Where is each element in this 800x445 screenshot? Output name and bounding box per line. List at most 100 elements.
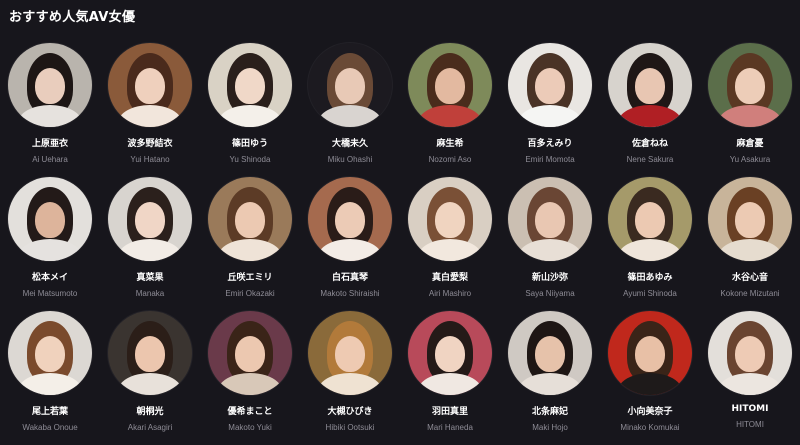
avatar-body-shape — [118, 239, 182, 261]
actress-name-en: Minako Komukai — [620, 423, 680, 432]
actress-name-jp[interactable]: 羽田真里 — [432, 404, 468, 417]
avatar-face-shape — [735, 202, 765, 239]
actress-avatar[interactable] — [408, 177, 492, 261]
actress-name-en: Nozomi Aso — [428, 155, 472, 164]
actress-card-4[interactable]: 麻生希 Nozomi Aso — [400, 43, 500, 177]
avatar-face-shape — [335, 68, 365, 105]
actress-avatar[interactable] — [608, 177, 692, 261]
actress-avatar[interactable] — [208, 311, 292, 395]
actress-avatar[interactable] — [608, 311, 692, 395]
actress-avatar[interactable] — [508, 43, 592, 127]
actress-card-14[interactable]: 篠田あゆみ Ayumi Shinoda — [600, 177, 700, 311]
actress-name-jp[interactable]: 真菜果 — [136, 270, 163, 283]
actress-name-jp[interactable]: 麻倉憂 — [736, 136, 763, 149]
avatar-body-shape — [118, 373, 182, 395]
actress-avatar[interactable] — [308, 43, 392, 127]
avatar-body-shape — [718, 239, 782, 261]
actress-name-jp[interactable]: 小向美奈子 — [627, 404, 672, 417]
actress-avatar[interactable] — [408, 311, 492, 395]
avatar-face-shape — [35, 336, 65, 373]
actress-avatar[interactable] — [508, 177, 592, 261]
actress-avatar[interactable] — [608, 43, 692, 127]
actress-avatar[interactable] — [108, 43, 192, 127]
actress-name-jp[interactable]: 篠田あゆみ — [627, 270, 672, 283]
section-title: おすすめ人気AV女優 — [9, 10, 136, 25]
actress-card-6[interactable]: 佐倉ねね Nene Sakura — [600, 43, 700, 177]
avatar-body-shape — [418, 239, 482, 261]
actress-name-jp[interactable]: 北条麻妃 — [532, 404, 568, 417]
avatar-body-shape — [118, 105, 182, 127]
actress-card-11[interactable]: 白石真琴 Makoto Shiraishi — [300, 177, 400, 311]
actress-card-22[interactable]: 小向美奈子 Minako Komukai — [600, 311, 700, 445]
avatar-body-shape — [218, 105, 282, 127]
actress-name-jp[interactable]: 百多えみり — [527, 136, 572, 149]
actress-name-jp[interactable]: 大槻ひびき — [327, 404, 372, 417]
avatar-body-shape — [318, 105, 382, 127]
actress-avatar[interactable] — [508, 311, 592, 395]
avatar-face-shape — [135, 68, 165, 105]
actress-name-jp[interactable]: 上原亜衣 — [32, 136, 68, 149]
actress-avatar[interactable] — [8, 177, 92, 261]
actress-name-jp[interactable]: 丘咲エミリ — [227, 270, 272, 283]
actress-card-7[interactable]: 麻倉憂 Yu Asakura — [700, 43, 800, 177]
actress-name-en: Manaka — [135, 289, 165, 298]
actress-card-5[interactable]: 百多えみり Emiri Momota — [500, 43, 600, 177]
actress-name-jp[interactable]: 水谷心音 — [732, 270, 768, 283]
actress-avatar[interactable] — [208, 177, 292, 261]
actress-name-en: Mari Haneda — [427, 423, 473, 432]
actress-card-13[interactable]: 新山沙弥 Saya Niiyama — [500, 177, 600, 311]
actress-card-17[interactable]: 朝桐光 Akari Asagiri — [100, 311, 200, 445]
avatar-body-shape — [518, 105, 582, 127]
actress-avatar[interactable] — [8, 311, 92, 395]
actress-name-en: Akari Asagiri — [127, 423, 173, 432]
actress-card-2[interactable]: 篠田ゆう Yu Shinoda — [200, 43, 300, 177]
actress-card-1[interactable]: 波多野結衣 Yui Hatano — [100, 43, 200, 177]
actress-name-jp[interactable]: HITOMI — [732, 404, 769, 414]
actress-name-jp[interactable]: 篠田ゆう — [232, 136, 268, 149]
actress-name-jp[interactable]: 大橋未久 — [332, 136, 368, 149]
actress-card-9[interactable]: 真菜果 Manaka — [100, 177, 200, 311]
actress-card-20[interactable]: 羽田真里 Mari Haneda — [400, 311, 500, 445]
actress-name-en: HITOMI — [736, 420, 764, 429]
actress-card-3[interactable]: 大橋未久 Miku Ohashi — [300, 43, 400, 177]
actress-name-en: Saya Niiyama — [525, 289, 575, 298]
actress-avatar[interactable] — [8, 43, 92, 127]
actress-name-jp[interactable]: 松本メイ — [32, 270, 68, 283]
actress-avatar[interactable] — [208, 43, 292, 127]
actress-card-21[interactable]: 北条麻妃 Maki Hojo — [500, 311, 600, 445]
avatar-face-shape — [235, 202, 265, 239]
avatar-face-shape — [535, 68, 565, 105]
actress-name-en: Emiri Momota — [525, 155, 575, 164]
actress-name-jp[interactable]: 優希まこと — [227, 404, 272, 417]
actress-name-en: Yu Asakura — [729, 155, 771, 164]
actress-avatar[interactable] — [708, 43, 792, 127]
actress-name-jp[interactable]: 新山沙弥 — [532, 270, 568, 283]
avatar-face-shape — [735, 68, 765, 105]
actress-card-19[interactable]: 大槻ひびき Hibiki Ootsuki — [300, 311, 400, 445]
actress-avatar[interactable] — [108, 311, 192, 395]
actress-name-jp[interactable]: 麻生希 — [436, 136, 463, 149]
actress-card-23[interactable]: HITOMI HITOMI — [700, 311, 800, 445]
actress-card-8[interactable]: 松本メイ Mei Matsumoto — [0, 177, 100, 311]
avatar-body-shape — [18, 239, 82, 261]
actress-name-jp[interactable]: 真白愛梨 — [432, 270, 468, 283]
actress-avatar[interactable] — [308, 311, 392, 395]
avatar-body-shape — [518, 239, 582, 261]
actress-name-jp[interactable]: 朝桐光 — [136, 404, 163, 417]
actress-card-15[interactable]: 水谷心音 Kokone Mizutani — [700, 177, 800, 311]
actress-avatar[interactable] — [108, 177, 192, 261]
actress-avatar[interactable] — [308, 177, 392, 261]
actress-card-10[interactable]: 丘咲エミリ Emiri Okazaki — [200, 177, 300, 311]
actress-name-jp[interactable]: 佐倉ねね — [632, 136, 668, 149]
actress-card-16[interactable]: 尾上若葉 Wakaba Onoue — [0, 311, 100, 445]
actress-avatar[interactable] — [708, 177, 792, 261]
actress-avatar[interactable] — [408, 43, 492, 127]
actress-card-12[interactable]: 真白愛梨 Airi Mashiro — [400, 177, 500, 311]
actress-name-jp[interactable]: 白石真琴 — [332, 270, 368, 283]
actress-name-jp[interactable]: 尾上若葉 — [32, 404, 68, 417]
actress-name-jp[interactable]: 波多野結衣 — [127, 136, 172, 149]
actress-avatar[interactable] — [708, 311, 792, 395]
avatar-body-shape — [318, 373, 382, 395]
actress-card-0[interactable]: 上原亜衣 Ai Uehara — [0, 43, 100, 177]
actress-card-18[interactable]: 優希まこと Makoto Yuki — [200, 311, 300, 445]
